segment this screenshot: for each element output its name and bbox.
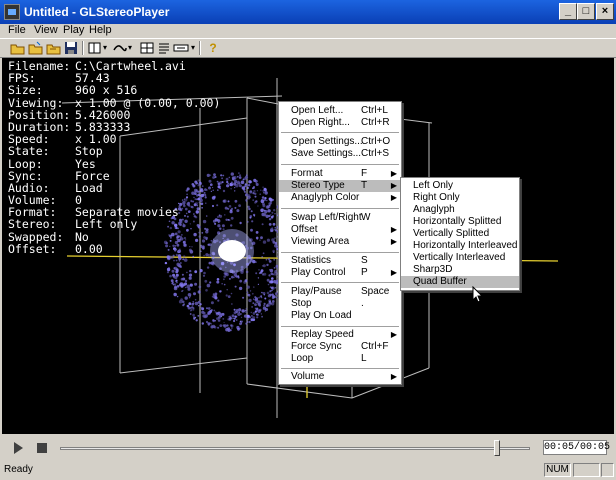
menu-separator: [281, 368, 399, 369]
open-folder-icon[interactable]: [28, 41, 44, 55]
menu-separator: [281, 282, 399, 283]
seek-thumb[interactable]: [494, 440, 501, 456]
view-dropdown-icon[interactable]: ▾: [189, 41, 197, 55]
submenu-arrow-icon: ▶: [390, 225, 397, 234]
submenu-arrow-icon: ▶: [390, 237, 397, 246]
view-icon[interactable]: [173, 41, 189, 55]
menu-play[interactable]: Play: [63, 24, 84, 36]
menu-item-open-right[interactable]: Open Right... Ctrl+R: [279, 117, 401, 129]
save-icon[interactable]: [63, 41, 79, 55]
menu-separator: [281, 132, 399, 133]
title-bar[interactable]: Untitled - GLStereoPlayer _ □ ×: [0, 0, 616, 24]
toolbar-separator: [199, 41, 201, 55]
submenu-item-vertically-interleaved[interactable]: Vertically Interleaved: [401, 252, 519, 264]
menu-item-offset[interactable]: Offset ▶: [279, 224, 401, 236]
help-icon[interactable]: ?: [205, 41, 221, 55]
menu-view[interactable]: View: [34, 24, 58, 36]
num-lock-indicator: NUM: [544, 463, 571, 477]
status-bar: Ready NUM: [0, 461, 616, 480]
menu-item-stereo-type[interactable]: Stereo Type T ▶: [279, 180, 401, 192]
maximize-button[interactable]: □: [577, 3, 595, 20]
resize-grip[interactable]: [601, 463, 614, 477]
menu-help[interactable]: Help: [89, 24, 112, 36]
open-icon[interactable]: [10, 41, 26, 55]
info-overlay: Filename: C:\Cartwheel.avi FPS: 57.43 Size…: [8, 59, 221, 256]
menu-item-open-left[interactable]: Open Left... Ctrl+L: [279, 105, 401, 117]
submenu-arrow-icon: ▶: [390, 181, 397, 190]
submenu-item-left-only[interactable]: Left Only: [401, 180, 519, 192]
stereo-dropdown-icon[interactable]: ▾: [126, 41, 134, 55]
menu-separator: [281, 208, 399, 209]
submenu-arrow-icon: ▶: [390, 193, 397, 202]
submenu-arrow-icon: ▶: [390, 169, 397, 178]
particle-core: [218, 240, 246, 262]
menu-separator: [281, 252, 399, 253]
stop-icon: [37, 443, 47, 453]
menu-item-loop[interactable]: Loop L: [279, 353, 401, 365]
toolbar: ▾ ▾ ▾ ?: [0, 38, 616, 58]
menu-file[interactable]: File: [8, 24, 26, 36]
status-text: Ready: [4, 464, 33, 475]
open-multi-icon[interactable]: [46, 41, 62, 55]
submenu-item-anaglyph[interactable]: Anaglyph: [401, 204, 519, 216]
menu-item-play-control[interactable]: Play Control P ▶: [279, 267, 401, 279]
window-title: Untitled - GLStereoPlayer: [24, 5, 170, 19]
stereo-type-submenu: Left Only Right Only Anaglyph Horizontal…: [400, 177, 520, 291]
menu-item-force-sync[interactable]: Force Sync Ctrl+F: [279, 341, 401, 353]
submenu-item-quad-buffer[interactable]: Quad Buffer: [401, 276, 519, 288]
split-icon[interactable]: [139, 41, 155, 55]
submenu-item-sharp3d[interactable]: Sharp3D: [401, 264, 519, 276]
stop-button[interactable]: [32, 439, 52, 457]
menu-item-viewing-area[interactable]: Viewing Area ▶: [279, 236, 401, 248]
close-button[interactable]: ×: [596, 3, 614, 20]
play-icon: [14, 442, 23, 454]
properties-icon[interactable]: [156, 41, 172, 55]
submenu-item-vertically-splitted[interactable]: Vertically Splitted: [401, 228, 519, 240]
menu-item-save-settings[interactable]: Save Settings... Ctrl+S: [279, 148, 401, 160]
submenu-arrow-icon: ▶: [390, 268, 397, 277]
submenu-item-right-only[interactable]: Right Only: [401, 192, 519, 204]
time-display: 00:05/00:05: [543, 440, 611, 455]
menu-item-play-on-load[interactable]: Play On Load: [279, 310, 401, 322]
menu-separator: [281, 164, 399, 165]
menu-item-open-settings[interactable]: Open Settings... Ctrl+O: [279, 136, 401, 148]
menu-item-replay-speed[interactable]: Replay Speed ▶: [279, 329, 401, 341]
context-menu: Open Left... Ctrl+L Open Right... Ctrl+R O…: [278, 101, 402, 385]
minimize-button[interactable]: _: [559, 3, 577, 20]
submenu-arrow-icon: ▶: [390, 372, 397, 381]
menu-bar: File View Play Help: [0, 24, 616, 38]
app-icon: [4, 4, 20, 20]
mouse-cursor-icon: [472, 286, 484, 303]
menu-item-volume[interactable]: Volume ▶: [279, 371, 401, 383]
toolbar-separator: [82, 41, 84, 55]
menu-separator: [281, 326, 399, 327]
menu-item-format[interactable]: Format F ▶: [279, 168, 401, 180]
menu-item-anaglyph-color[interactable]: Anaglyph Color ▶: [279, 192, 401, 204]
seek-bar[interactable]: [60, 447, 530, 450]
menu-item-statistics[interactable]: Statistics S: [279, 255, 401, 267]
submenu-arrow-icon: ▶: [390, 330, 397, 339]
playback-controls: 00:05/00:05: [2, 436, 614, 460]
menu-item-play-pause[interactable]: Play/Pause Space: [279, 286, 401, 298]
submenu-item-horizontally-splitted[interactable]: Horizontally Splitted: [401, 216, 519, 228]
submenu-item-horizontally-interleaved[interactable]: Horizontally Interleaved: [401, 240, 519, 252]
menu-item-swap-left-right[interactable]: Swap Left/Right W: [279, 212, 401, 224]
menu-item-stop[interactable]: Stop.: [279, 298, 401, 310]
play-button[interactable]: [8, 439, 28, 457]
layout-dropdown-icon[interactable]: ▾: [101, 41, 109, 55]
status-cell: [573, 463, 600, 477]
